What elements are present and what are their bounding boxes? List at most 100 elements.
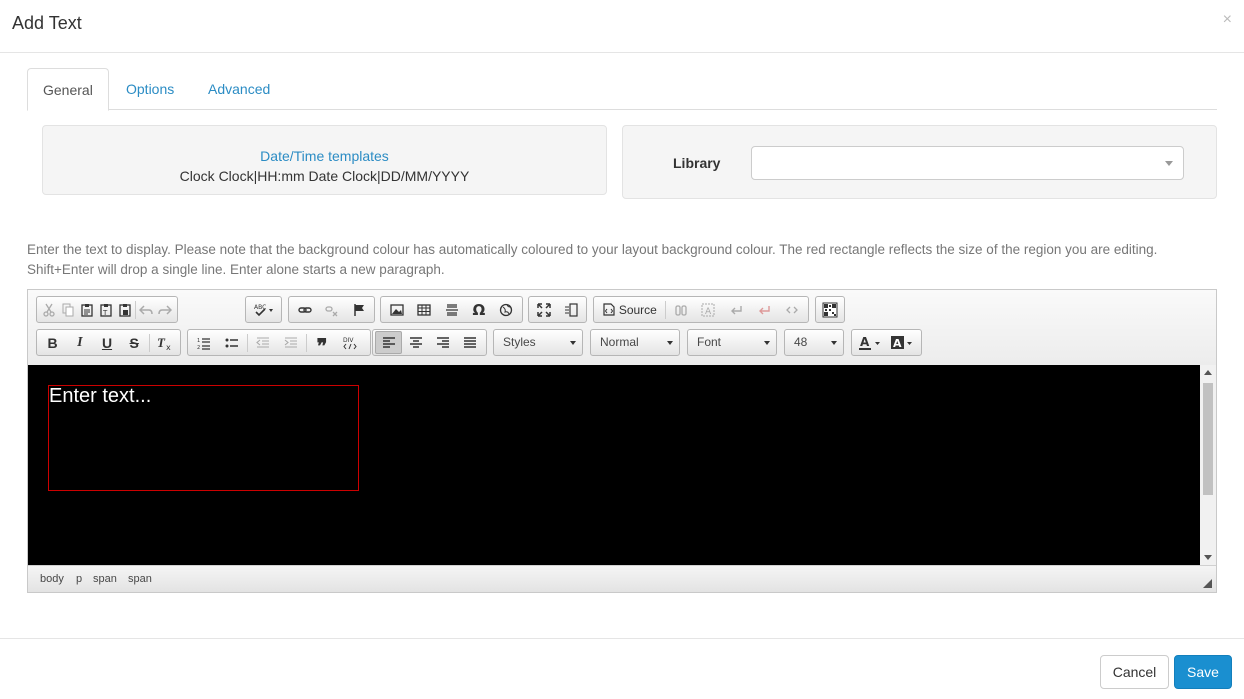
chevron-down-icon xyxy=(831,341,837,345)
align-left-icon[interactable] xyxy=(375,331,403,354)
scroll-down-icon[interactable] xyxy=(1204,555,1212,560)
clipboard-group: T xyxy=(36,296,178,323)
background-color-icon[interactable]: A xyxy=(886,331,918,354)
styles-combo-label: Styles xyxy=(503,335,536,349)
format-combo[interactable]: Normal xyxy=(590,329,680,356)
font-size-combo[interactable]: 48 xyxy=(784,329,844,356)
code-snippet-icon[interactable] xyxy=(778,298,806,321)
spellcheck-icon[interactable]: ABC xyxy=(248,298,279,321)
help-text: Enter the text to display. Please note t… xyxy=(27,242,1158,277)
unlink-icon[interactable] xyxy=(318,298,345,321)
strikethrough-icon[interactable]: S xyxy=(121,331,148,354)
align-right-icon[interactable] xyxy=(430,331,457,354)
paste-icon[interactable] xyxy=(77,298,96,321)
align-center-icon[interactable] xyxy=(402,331,429,354)
close-icon[interactable]: × xyxy=(1223,12,1232,28)
paste-word-icon[interactable] xyxy=(115,298,134,321)
path-item-body[interactable]: body xyxy=(40,573,64,585)
remove-format-icon[interactable]: Tx xyxy=(151,331,178,354)
editor-content-text[interactable]: Enter text... xyxy=(49,385,151,408)
show-blocks-icon[interactable] xyxy=(558,298,585,321)
styles-combo[interactable]: Styles xyxy=(493,329,583,356)
enter-mode-icon[interactable] xyxy=(722,298,750,321)
path-item-p[interactable]: p xyxy=(76,573,82,585)
basic-styles-group: B I U S Tx xyxy=(36,329,181,356)
special-char-icon[interactable]: Ω xyxy=(465,298,492,321)
add-text-dialog: Add Text × General Options Advanced Date… xyxy=(0,0,1244,699)
font-combo[interactable]: Font xyxy=(687,329,777,356)
horizontal-rule-icon[interactable] xyxy=(438,298,465,321)
cut-icon[interactable] xyxy=(39,298,58,321)
modal-footer: Cancel Save xyxy=(0,638,1244,699)
editor-canvas[interactable]: Enter text... xyxy=(28,365,1200,565)
chevron-down-icon xyxy=(570,341,576,345)
copy-icon[interactable] xyxy=(58,298,77,321)
tab-advanced[interactable]: Advanced xyxy=(193,68,285,110)
modal-header: Add Text × xyxy=(0,0,1244,53)
color-group: A A xyxy=(851,329,922,356)
element-path-bar: body p span span xyxy=(28,565,1216,592)
path-item-span[interactable]: span xyxy=(93,573,117,585)
svg-text:A: A xyxy=(860,336,870,349)
toolbar-separator xyxy=(247,333,248,352)
create-div-icon[interactable]: DIV xyxy=(336,331,364,354)
templates-panel: Date/Time templates Clock Clock|HH:mm Da… xyxy=(42,125,607,195)
chevron-down-icon xyxy=(764,341,770,345)
underline-icon[interactable]: U xyxy=(93,331,120,354)
numbered-list-icon[interactable]: 12 xyxy=(190,331,218,354)
source-button[interactable]: Source xyxy=(596,298,664,321)
modal-title: Add Text xyxy=(12,13,82,33)
insert-group: Ω xyxy=(380,296,523,323)
tab-general[interactable]: General xyxy=(27,68,109,111)
save-button[interactable]: Save xyxy=(1174,655,1232,689)
qr-code-icon[interactable] xyxy=(818,298,842,321)
text-color-icon[interactable]: A xyxy=(854,331,886,354)
indent-icon[interactable] xyxy=(277,331,305,354)
svg-text:T: T xyxy=(157,336,166,350)
editor-scrollbar[interactable] xyxy=(1200,365,1216,565)
spellcheck-group: ABC xyxy=(245,296,282,323)
remove-format-ext-icon[interactable] xyxy=(750,298,778,321)
paste-text-icon[interactable]: T xyxy=(96,298,115,321)
font-size-combo-label: 48 xyxy=(794,335,808,349)
find-icon[interactable] xyxy=(667,298,695,321)
link-icon[interactable] xyxy=(291,298,318,321)
editor-toolbar: T ABC Ω Source A B I U S T x 1 2 ❞ DIV S… xyxy=(28,290,1216,365)
scroll-up-icon[interactable] xyxy=(1204,370,1212,375)
library-panel: Library xyxy=(622,125,1217,199)
toolbar-separator xyxy=(135,300,136,319)
link-group xyxy=(288,296,375,323)
blockquote-icon[interactable]: ❞ xyxy=(308,331,336,357)
resize-grip-icon[interactable] xyxy=(1203,579,1212,588)
italic-icon[interactable]: I xyxy=(66,331,93,354)
source-label: Source xyxy=(618,302,657,317)
outdent-icon[interactable] xyxy=(249,331,277,354)
source-group: Source A xyxy=(593,296,809,323)
align-group xyxy=(372,329,487,356)
table-icon[interactable] xyxy=(410,298,437,321)
qr-group xyxy=(815,296,845,323)
chevron-down-icon xyxy=(1165,161,1173,166)
align-justify-icon[interactable] xyxy=(457,331,484,354)
bulleted-list-icon[interactable] xyxy=(218,331,246,354)
svg-text:T: T xyxy=(102,309,108,317)
maximize-icon[interactable] xyxy=(531,298,558,321)
tab-options[interactable]: Options xyxy=(111,68,189,110)
view-group xyxy=(528,296,587,323)
anchor-flag-icon[interactable] xyxy=(345,298,372,321)
library-select[interactable] xyxy=(751,146,1184,180)
image-icon[interactable] xyxy=(383,298,410,321)
undo-icon[interactable] xyxy=(137,298,156,321)
redo-icon[interactable] xyxy=(156,298,175,321)
paragraph-group: 12 ❞ DIV xyxy=(187,329,371,357)
path-item-span[interactable]: span xyxy=(128,573,152,585)
cancel-button[interactable]: Cancel xyxy=(1100,655,1169,689)
iframe-globe-icon[interactable] xyxy=(493,298,520,321)
toolbar-separator xyxy=(148,333,150,352)
bold-icon[interactable]: B xyxy=(39,331,66,354)
select-all-icon[interactable]: A xyxy=(695,298,723,321)
datetime-templates-link[interactable]: Date/Time templates xyxy=(43,148,606,164)
library-label: Library xyxy=(673,155,721,171)
chevron-down-icon xyxy=(667,341,673,345)
scrollbar-thumb[interactable] xyxy=(1203,383,1213,495)
